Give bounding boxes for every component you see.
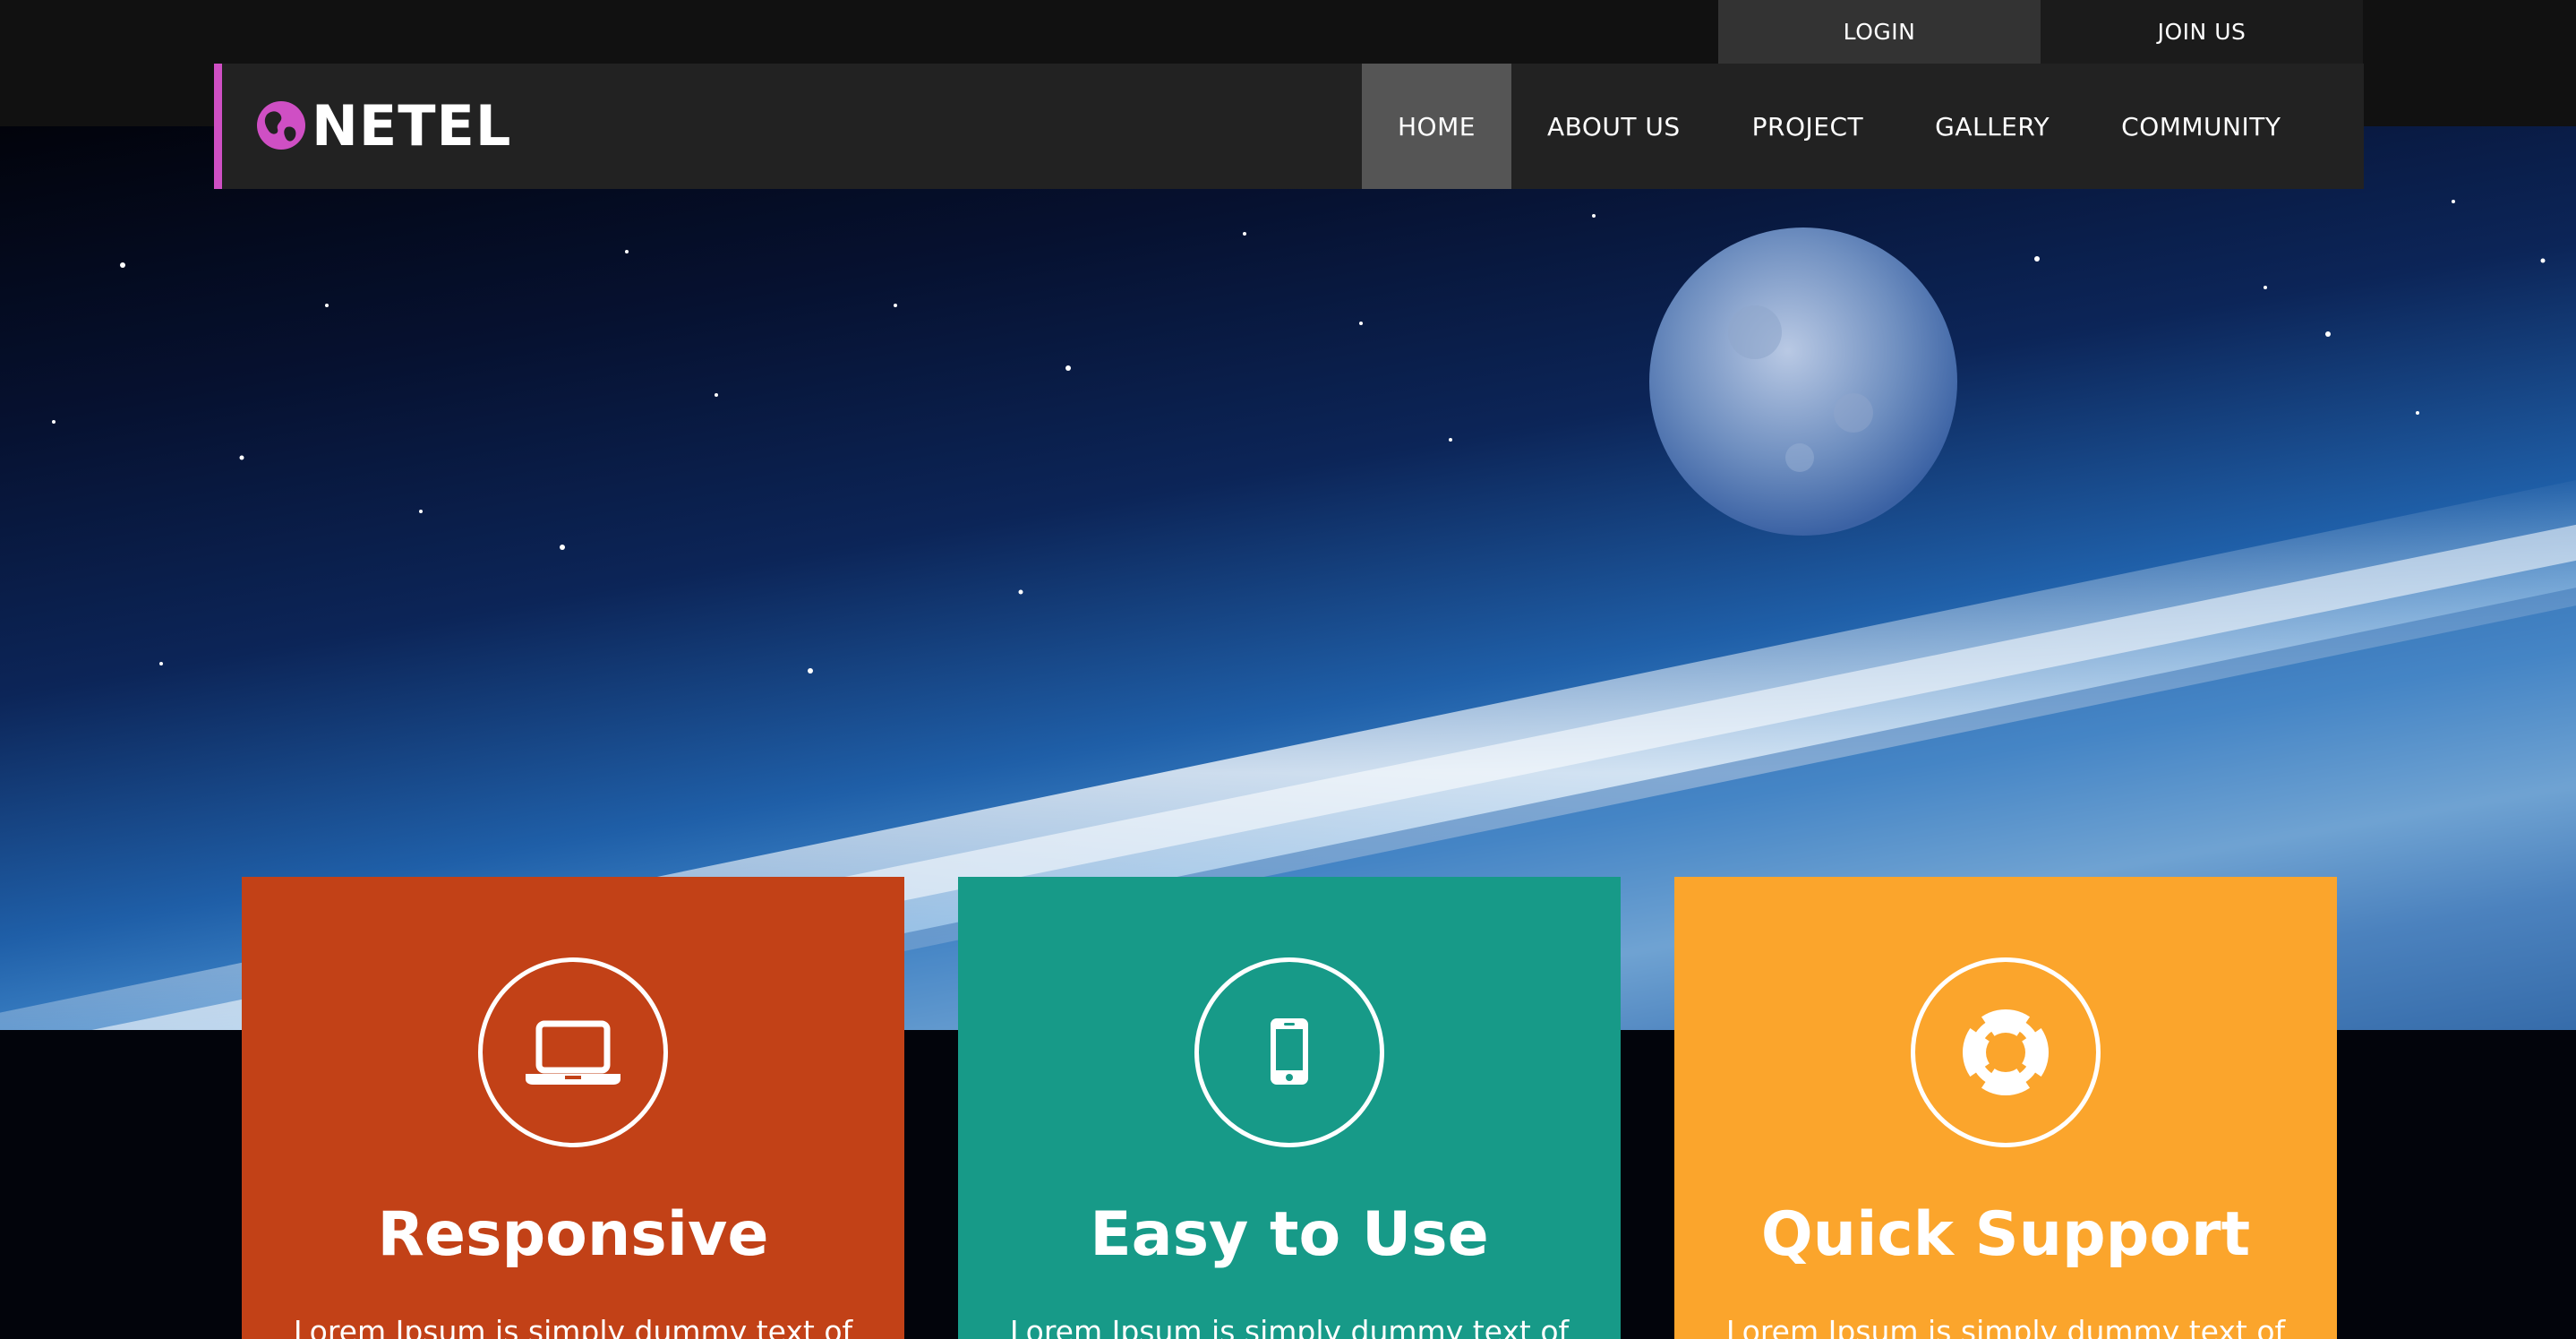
nav-gallery[interactable]: GALLERY	[1899, 64, 2085, 189]
main-menu: HOME ABOUT US PROJECT GALLERY COMMUNITY	[1362, 64, 2316, 189]
feature-icon-circle	[1911, 957, 2101, 1147]
feature-description: Lorem Ipsum is simply dummy text of	[293, 1314, 853, 1339]
laptop-icon	[526, 1020, 620, 1085]
brand-logo[interactable]: NETEL	[256, 92, 512, 159]
lifebuoy-icon	[1963, 1009, 2049, 1095]
feature-title: Quick Support	[1760, 1199, 2251, 1270]
feature-icon-circle	[478, 957, 668, 1147]
feature-card-quick-support: Quick Support Lorem Ipsum is simply dumm…	[1674, 877, 2337, 1339]
account-links: LOGIN JOIN US	[1718, 0, 2364, 64]
join-us-link[interactable]: JOIN US	[2041, 0, 2363, 64]
feature-description: Lorem Ipsum is simply dummy text of	[1725, 1314, 2286, 1339]
globe-icon	[257, 101, 305, 150]
feature-card-responsive: Responsive Lorem Ipsum is simply dummy t…	[242, 877, 904, 1339]
feature-icon-circle	[1194, 957, 1384, 1147]
main-navbar: NETEL HOME ABOUT US PROJECT GALLERY COMM…	[214, 64, 2364, 189]
feature-description: Lorem Ipsum is simply dummy text of	[1009, 1314, 1570, 1339]
nav-project[interactable]: PROJECT	[1716, 64, 1899, 189]
feature-title: Easy to Use	[1090, 1199, 1489, 1270]
brand-name: NETEL	[312, 92, 512, 159]
nav-home[interactable]: HOME	[1362, 64, 1511, 189]
nav-about-us[interactable]: ABOUT US	[1511, 64, 1716, 189]
feature-card-easy-to-use: Easy to Use Lorem Ipsum is simply dummy …	[958, 877, 1621, 1339]
login-link[interactable]: LOGIN	[1718, 0, 2041, 64]
feature-title: Responsive	[377, 1199, 769, 1270]
smartphone-icon	[1271, 1018, 1308, 1085]
nav-community[interactable]: COMMUNITY	[2085, 64, 2316, 189]
